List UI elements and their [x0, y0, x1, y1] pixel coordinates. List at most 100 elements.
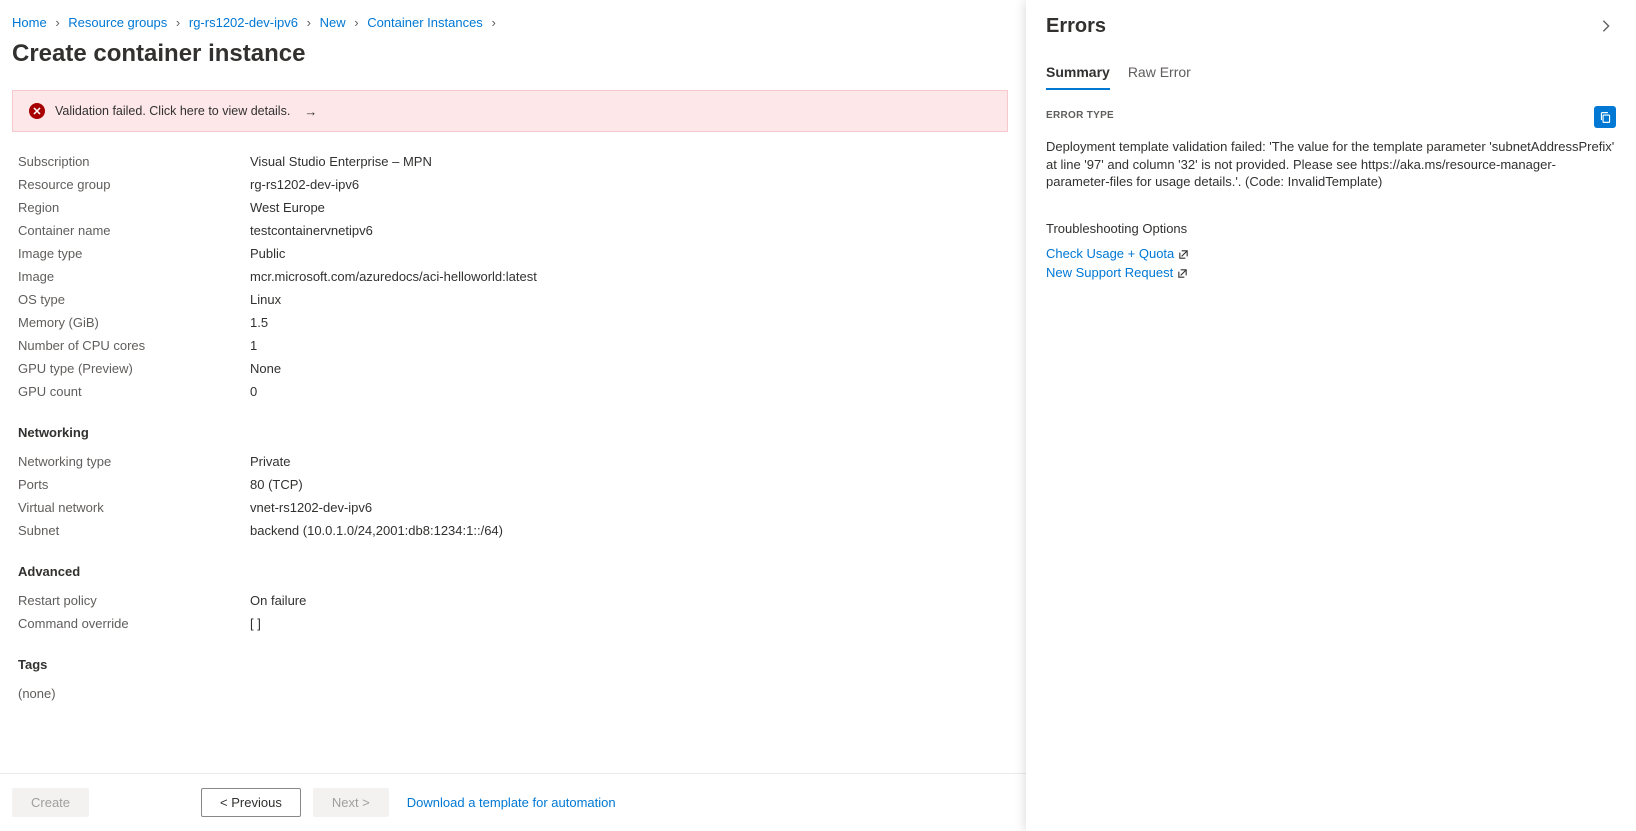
next-button: Next > — [313, 788, 389, 817]
tab-raw-error[interactable]: Raw Error — [1128, 64, 1191, 90]
kv-row: Number of CPU cores1 — [18, 338, 1008, 353]
error-type-row: ERROR TYPE — [1046, 106, 1616, 128]
kv-row: Memory (GiB)1.5 — [18, 315, 1008, 330]
kv-label: OS type — [18, 292, 250, 307]
page-title: Create container instance — [0, 34, 1026, 88]
link-label: New Support Request — [1046, 265, 1173, 280]
close-icon[interactable] — [1594, 14, 1618, 38]
section-heading-advanced: Advanced — [18, 564, 1008, 579]
breadcrumb: Home › Resource groups › rg-rs1202-dev-i… — [0, 0, 1026, 34]
breadcrumb-rg[interactable]: rg-rs1202-dev-ipv6 — [189, 15, 298, 30]
breadcrumb-sep: › — [354, 15, 358, 30]
kv-label: Subnet — [18, 523, 250, 538]
kv-value: rg-rs1202-dev-ipv6 — [250, 177, 359, 192]
breadcrumb-sep: › — [307, 15, 311, 30]
kv-row: Ports80 (TCP) — [18, 477, 1008, 492]
kv-label: GPU type (Preview) — [18, 361, 250, 376]
kv-label: Region — [18, 200, 250, 215]
link-label: Check Usage + Quota — [1046, 246, 1174, 261]
kv-value: Public — [250, 246, 285, 261]
kv-label: Subscription — [18, 154, 250, 169]
kv-row: Imagemcr.microsoft.com/azuredocs/aci-hel… — [18, 269, 1008, 284]
tags-none: (none) — [18, 686, 1008, 701]
panel-body: ERROR TYPE Deployment template validatio… — [1026, 90, 1636, 300]
kv-row: SubscriptionVisual Studio Enterprise – M… — [18, 154, 1008, 169]
create-button: Create — [12, 788, 89, 817]
kv-value: vnet-rs1202-dev-ipv6 — [250, 500, 372, 515]
kv-value: 80 (TCP) — [250, 477, 303, 492]
kv-label: Restart policy — [18, 593, 250, 608]
summary-section-basics: SubscriptionVisual Studio Enterprise – M… — [18, 154, 1008, 399]
breadcrumb-sep: › — [176, 15, 180, 30]
check-usage-quota-link[interactable]: Check Usage + Quota — [1046, 246, 1189, 261]
kv-value: None — [250, 361, 281, 376]
main-content: Home › Resource groups › rg-rs1202-dev-i… — [0, 0, 1026, 831]
breadcrumb-home[interactable]: Home — [12, 15, 47, 30]
summary-section-tags: Tags (none) — [18, 657, 1008, 701]
kv-label: Command override — [18, 616, 250, 631]
kv-value: 1 — [250, 338, 257, 353]
external-link-icon — [1178, 248, 1189, 259]
kv-row: OS typeLinux — [18, 292, 1008, 307]
breadcrumb-container-instances[interactable]: Container Instances — [367, 15, 483, 30]
kv-value: Visual Studio Enterprise – MPN — [250, 154, 432, 169]
kv-row: RegionWest Europe — [18, 200, 1008, 215]
kv-label: Networking type — [18, 454, 250, 469]
kv-value: 0 — [250, 384, 257, 399]
wizard-footer: Create < Previous Next > Download a temp… — [0, 773, 1026, 831]
breadcrumb-resource-groups[interactable]: Resource groups — [68, 15, 167, 30]
download-template-link[interactable]: Download a template for automation — [407, 795, 616, 810]
error-icon: ✕ — [29, 103, 45, 119]
section-heading-tags: Tags — [18, 657, 1008, 672]
summary-section-advanced: Advanced Restart policyOn failure Comman… — [18, 564, 1008, 631]
breadcrumb-sep: › — [55, 15, 59, 30]
kv-value: West Europe — [250, 200, 325, 215]
copy-icon[interactable] — [1594, 106, 1616, 128]
kv-label: Ports — [18, 477, 250, 492]
kv-label: Resource group — [18, 177, 250, 192]
kv-row: Resource grouprg-rs1202-dev-ipv6 — [18, 177, 1008, 192]
breadcrumb-sep: › — [491, 15, 495, 30]
section-heading-networking: Networking — [18, 425, 1008, 440]
new-support-request-link[interactable]: New Support Request — [1046, 265, 1188, 280]
content-scroll[interactable]: ✕ Validation failed. Click here to view … — [0, 88, 1026, 773]
tab-summary[interactable]: Summary — [1046, 64, 1110, 90]
kv-row: Container nametestcontainervnetipv6 — [18, 223, 1008, 238]
kv-label: Virtual network — [18, 500, 250, 515]
panel-header: Errors — [1026, 0, 1636, 46]
breadcrumb-new[interactable]: New — [320, 15, 346, 30]
kv-value: On failure — [250, 593, 306, 608]
error-type-label: ERROR TYPE — [1046, 110, 1114, 121]
kv-row: Virtual networkvnet-rs1202-dev-ipv6 — [18, 500, 1008, 515]
validation-failed-text: Validation failed. Click here to view de… — [55, 104, 290, 118]
external-link-icon — [1177, 267, 1188, 278]
panel-tabs: Summary Raw Error — [1026, 46, 1636, 90]
kv-value: [ ] — [250, 616, 261, 631]
kv-label: Image — [18, 269, 250, 284]
error-message: Deployment template validation failed: '… — [1046, 138, 1616, 191]
summary-section-networking: Networking Networking typePrivate Ports8… — [18, 425, 1008, 538]
previous-button[interactable]: < Previous — [201, 788, 301, 817]
arrow-right-icon: → — [304, 104, 317, 119]
kv-row: Subnetbackend (10.0.1.0/24,2001:db8:1234… — [18, 523, 1008, 538]
kv-row: GPU count0 — [18, 384, 1008, 399]
panel-title: Errors — [1046, 15, 1106, 38]
kv-value: 1.5 — [250, 315, 268, 330]
kv-label: Container name — [18, 223, 250, 238]
kv-label: Memory (GiB) — [18, 315, 250, 330]
troubleshooting-heading: Troubleshooting Options — [1046, 221, 1616, 236]
kv-row: Command override[ ] — [18, 616, 1008, 631]
kv-label: Image type — [18, 246, 250, 261]
kv-value: mcr.microsoft.com/azuredocs/aci-hellowor… — [250, 269, 537, 284]
kv-label: GPU count — [18, 384, 250, 399]
kv-row: Restart policyOn failure — [18, 593, 1008, 608]
kv-value: Private — [250, 454, 290, 469]
kv-row: GPU type (Preview)None — [18, 361, 1008, 376]
kv-row: Networking typePrivate — [18, 454, 1008, 469]
kv-value: testcontainervnetipv6 — [250, 223, 373, 238]
validation-failed-banner[interactable]: ✕ Validation failed. Click here to view … — [12, 90, 1008, 132]
kv-label: Number of CPU cores — [18, 338, 250, 353]
kv-value: Linux — [250, 292, 281, 307]
kv-value: backend (10.0.1.0/24,2001:db8:1234:1::/6… — [250, 523, 503, 538]
kv-row: Image typePublic — [18, 246, 1008, 261]
